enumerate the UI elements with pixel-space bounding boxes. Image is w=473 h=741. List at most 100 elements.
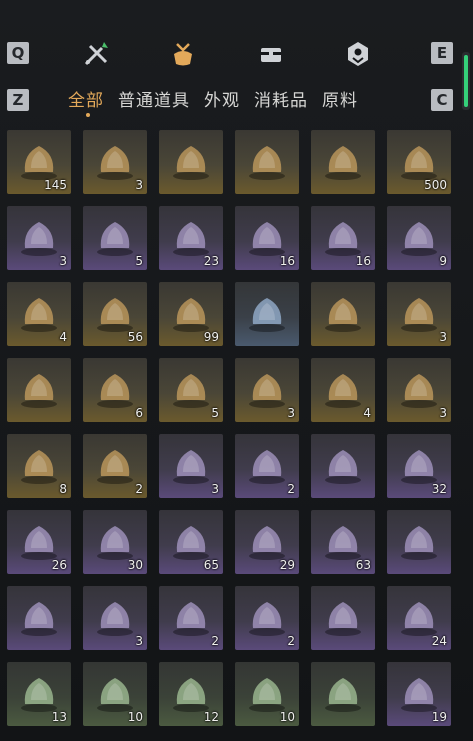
inventory-slot[interactable]: 2	[235, 434, 299, 498]
inventory-slot[interactable]: 3	[7, 206, 71, 270]
inventory-slot[interactable]: 63	[311, 510, 375, 574]
inventory-slot[interactable]: 6	[83, 358, 147, 422]
inventory-slot[interactable]	[311, 434, 375, 498]
prev-category-key[interactable]: Q	[7, 42, 29, 64]
gold-ore-icon	[319, 290, 367, 334]
inventory-slot[interactable]: 2	[159, 586, 223, 650]
item-count: 3	[439, 330, 447, 344]
inventory-slot[interactable]: 3	[387, 282, 451, 346]
inventory-slot[interactable]	[387, 510, 451, 574]
item-count: 63	[355, 558, 371, 572]
inventory-slot[interactable]	[311, 586, 375, 650]
inventory-slot[interactable]: 65	[159, 510, 223, 574]
pinecone-stone-icon	[395, 366, 443, 410]
inventory-slot[interactable]: 10	[235, 662, 299, 726]
inventory-slot[interactable]: 19	[387, 662, 451, 726]
item-count: 24	[431, 634, 447, 648]
inventory-slot[interactable]: 3	[387, 358, 451, 422]
prev-tab-key[interactable]: Z	[7, 89, 29, 111]
inventory-slot[interactable]: 29	[235, 510, 299, 574]
chest-category-icon[interactable]	[253, 36, 289, 72]
inventory-slot[interactable]: 32	[387, 434, 451, 498]
rat-icon	[167, 366, 215, 410]
item-count: 4	[59, 330, 67, 344]
inventory-slot[interactable]	[235, 130, 299, 194]
inventory-slot[interactable]	[159, 130, 223, 194]
green-fruit-icon	[243, 290, 291, 334]
inventory-slot[interactable]	[7, 358, 71, 422]
inventory-slot[interactable]: 26	[7, 510, 71, 574]
inventory-slot[interactable]: 3	[159, 434, 223, 498]
ornate-chest-icon	[243, 214, 291, 258]
inventory-slot[interactable]	[311, 662, 375, 726]
bag-category-icon[interactable]	[165, 36, 201, 72]
next-category-key[interactable]: E	[431, 42, 453, 64]
scroll-plaque-icon	[15, 290, 63, 334]
inventory-slot[interactable]: 30	[83, 510, 147, 574]
meat-bowl-icon	[319, 518, 367, 562]
mountain-token-icon	[91, 670, 139, 714]
inventory-slot[interactable]: 10	[83, 662, 147, 726]
item-count: 2	[287, 482, 295, 496]
inventory-slot[interactable]: 5	[83, 206, 147, 270]
inventory-slot[interactable]: 16	[311, 206, 375, 270]
item-count: 16	[279, 254, 295, 268]
fried-dish-icon	[243, 518, 291, 562]
inventory-slot[interactable]: 5	[159, 358, 223, 422]
inventory-slot[interactable]	[311, 130, 375, 194]
inventory-slot[interactable]: 8	[7, 434, 71, 498]
inventory-slot[interactable]: 3	[83, 586, 147, 650]
inventory-slot[interactable]: 23	[159, 206, 223, 270]
inventory-slot[interactable]: 145	[7, 130, 71, 194]
inventory-slot[interactable]: 500	[387, 130, 451, 194]
cricket-icon	[15, 442, 63, 486]
inventory-slot[interactable]	[311, 282, 375, 346]
red-stew-icon	[15, 670, 63, 714]
inventory-slot[interactable]: 3	[235, 358, 299, 422]
jade-ore-icon	[395, 214, 443, 258]
inventory-slot[interactable]: 2	[235, 586, 299, 650]
item-count: 26	[51, 558, 67, 572]
inventory-slot[interactable]	[7, 586, 71, 650]
roast-meat-icon	[319, 594, 367, 638]
item-count: 3	[287, 406, 295, 420]
item-count: 99	[203, 330, 219, 344]
tab-material[interactable]: 原料	[322, 86, 358, 111]
inventory-slot[interactable]: 99	[159, 282, 223, 346]
gem-category-icon[interactable]	[340, 36, 376, 72]
ink-stick-icon	[319, 670, 367, 714]
marble-stone-icon	[15, 366, 63, 410]
item-count: 8	[59, 482, 67, 496]
inventory-slot[interactable]: 4	[7, 282, 71, 346]
item-count: 4	[363, 406, 371, 420]
noodle-bowl-icon	[395, 670, 443, 714]
inventory-slot[interactable]: 9	[387, 206, 451, 270]
inventory-slot[interactable]	[235, 282, 299, 346]
tab-consumable[interactable]: 消耗品	[254, 86, 308, 111]
inventory-slot[interactable]: 24	[387, 586, 451, 650]
inventory-slot[interactable]: 2	[83, 434, 147, 498]
item-count: 30	[127, 558, 143, 572]
petal-twig-icon	[243, 366, 291, 410]
inventory-slot[interactable]: 4	[311, 358, 375, 422]
purple-herb-icon	[243, 442, 291, 486]
weapon-category-icon[interactable]	[78, 36, 114, 72]
item-count: 19	[431, 710, 447, 724]
tab-all[interactable]: 全部	[68, 86, 104, 111]
item-count: 10	[127, 710, 143, 724]
jade-ring-icon	[395, 138, 443, 182]
inventory-slot[interactable]: 13	[7, 662, 71, 726]
scrollbar-thumb[interactable]	[464, 55, 468, 107]
inventory-slot[interactable]: 12	[159, 662, 223, 726]
inventory-slot[interactable]: 3	[83, 130, 147, 194]
item-count: 32	[431, 482, 447, 496]
item-count: 3	[135, 634, 143, 648]
item-count: 56	[127, 330, 143, 344]
tab-appearance[interactable]: 外观	[204, 86, 240, 111]
porridge-bowl-icon	[15, 518, 63, 562]
inventory-slot[interactable]: 56	[83, 282, 147, 346]
inventory-slot[interactable]: 16	[235, 206, 299, 270]
tab-general[interactable]: 普通道具	[118, 86, 190, 111]
insects-icon	[91, 442, 139, 486]
next-tab-key[interactable]: C	[431, 89, 453, 111]
